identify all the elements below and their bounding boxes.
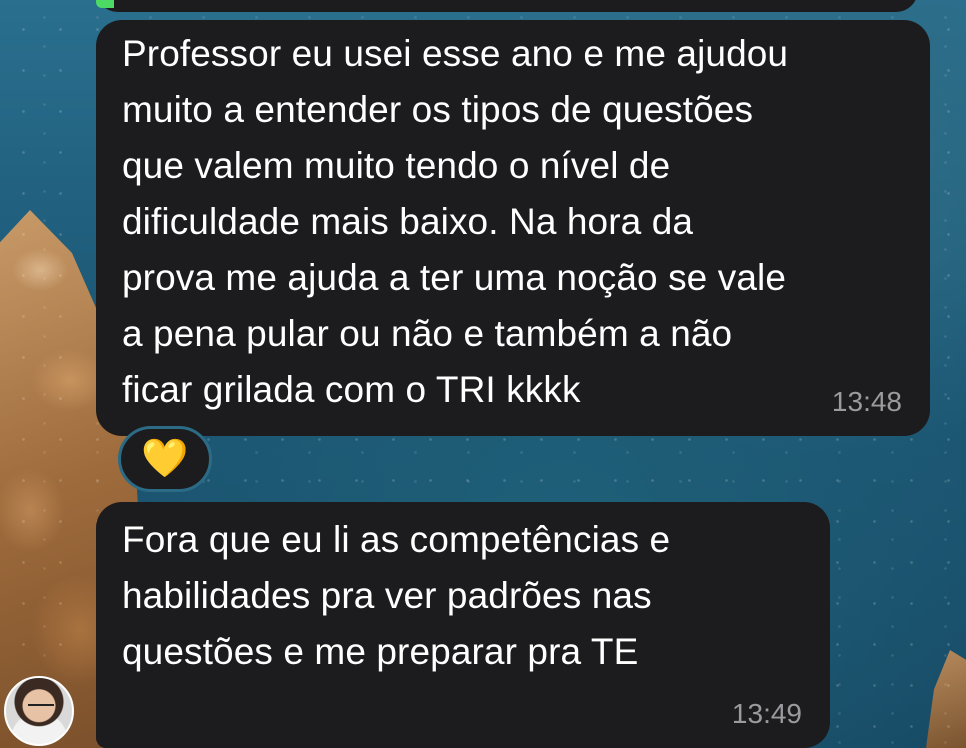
reaction-badge[interactable]: 💛 bbox=[118, 426, 212, 492]
message-bubble[interactable]: Fora que eu li as competências e habilid… bbox=[96, 502, 830, 748]
wallpaper-cliff-right bbox=[926, 650, 966, 748]
message-text: Fora que eu li as competências e habilid… bbox=[122, 519, 671, 672]
previous-message-accent bbox=[96, 0, 114, 8]
sender-avatar[interactable] bbox=[4, 676, 74, 746]
message-text: Professor eu usei esse ano e me ajudou m… bbox=[122, 33, 789, 410]
yellow-heart-icon: 💛 bbox=[141, 438, 189, 480]
avatar-glasses bbox=[28, 704, 54, 714]
previous-message-bubble[interactable] bbox=[96, 0, 918, 12]
message-timestamp: 13:48 bbox=[831, 386, 902, 417]
message-timestamp: 13:49 bbox=[731, 698, 802, 729]
message-bubble[interactable]: Professor eu usei esse ano e me ajudou m… bbox=[96, 20, 930, 436]
